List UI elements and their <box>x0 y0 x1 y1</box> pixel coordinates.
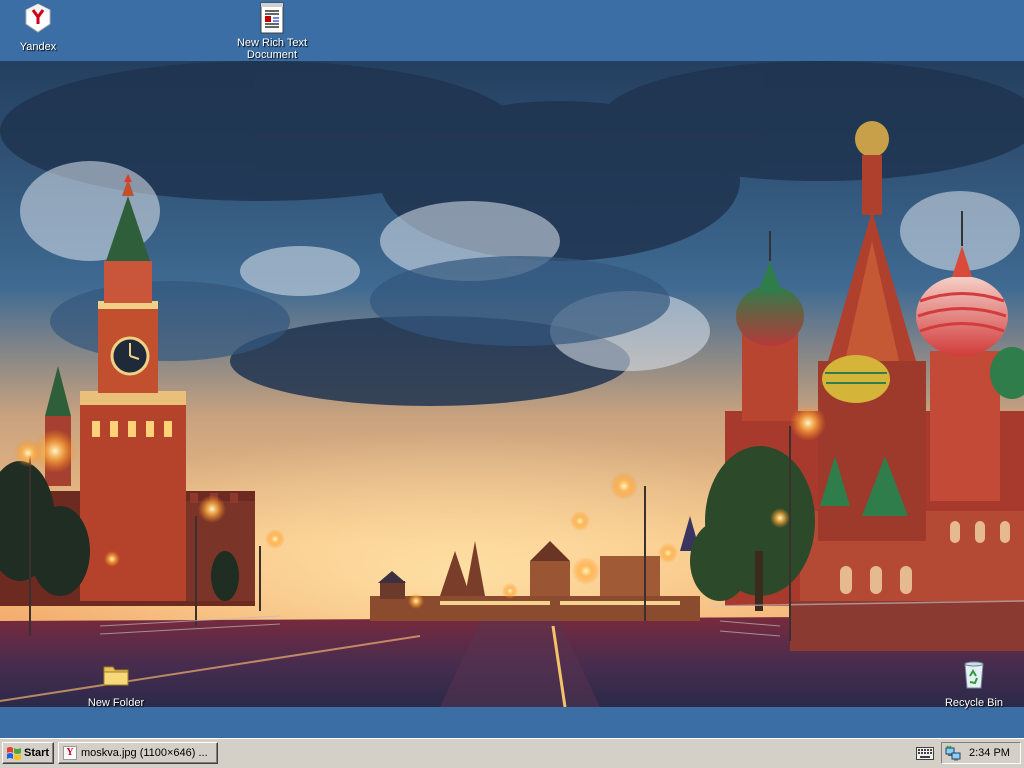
desktop-icon-label: Yandex <box>19 41 57 53</box>
rich-text-document-icon <box>256 2 288 34</box>
yandex-browser-icon: Y <box>63 746 77 760</box>
desktop-icon-new-rich-text-document[interactable]: New Rich Text Document <box>230 2 314 63</box>
desktop[interactable]: Yandex New Rich Text Document New Folder… <box>0 0 1024 738</box>
tray-clock[interactable]: 2:34 PM <box>969 747 1010 759</box>
taskbar-button-label: moskva.jpg (1100×646) ... <box>81 747 208 759</box>
windows-logo-icon <box>7 747 21 760</box>
desktop-icon-label: New Rich Text Document <box>236 37 308 61</box>
folder-icon <box>100 658 132 690</box>
desktop-icon-new-folder[interactable]: New Folder <box>74 658 158 711</box>
yandex-icon <box>22 2 54 34</box>
keyboard-icon[interactable] <box>916 747 934 760</box>
system-tray: 2:34 PM <box>941 742 1021 764</box>
start-label: Start <box>24 747 50 759</box>
desktop-icon-label: Recycle Bin <box>944 697 1004 709</box>
taskbar: Start Y moskva.jpg (1100×646) ... 2:34 P… <box>0 738 1024 768</box>
taskbar-button-moskva[interactable]: Y moskva.jpg (1100×646) ... <box>58 742 218 764</box>
wallpaper-image <box>0 61 1024 707</box>
recycle-bin-icon <box>958 658 990 690</box>
desktop-icon-label: New Folder <box>87 697 145 709</box>
start-button[interactable]: Start <box>2 742 54 764</box>
desktop-icon-recycle-bin[interactable]: Recycle Bin <box>932 658 1016 711</box>
desktop-icon-yandex[interactable]: Yandex <box>0 2 80 55</box>
network-icon[interactable] <box>945 745 961 761</box>
